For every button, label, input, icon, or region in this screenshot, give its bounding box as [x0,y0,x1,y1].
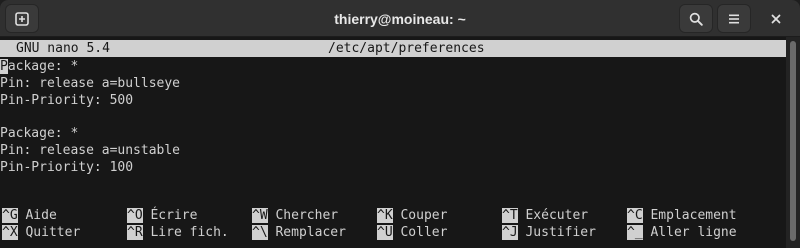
terminal-area[interactable]: GNU nano 5.4 /etc/apt/preferences Packag… [0,37,786,248]
shortcut-justify[interactable]: ^J Justifier [502,224,596,241]
shortcut-write[interactable]: ^O Écrire [127,207,197,224]
search-button[interactable] [679,4,713,33]
shortcut-cut[interactable]: ^K Couper [377,207,447,224]
scrollbar[interactable] [786,37,800,248]
terminal-window: thierry@moineau: ~ GNU nano 5.4 /etc/apt… [0,0,800,248]
new-tab-button[interactable] [5,4,39,33]
shortcut-help[interactable]: ^G Aide [2,207,57,224]
editor-line[interactable]: Pin-Priority: 500 [0,92,133,109]
nano-title-bar: GNU nano 5.4 /etc/apt/preferences [0,40,786,57]
close-icon [771,14,781,23]
nano-filename: /etc/apt/preferences [328,41,485,56]
hamburger-menu-icon [729,14,739,23]
new-tab-icon [15,11,29,26]
shortcut-execute[interactable]: ^T Exécuter [502,207,588,224]
search-icon [689,12,703,26]
headerbar: thierry@moineau: ~ [0,0,800,37]
scrollbar-thumb[interactable] [790,41,796,241]
editor-line[interactable]: Pin-Priority: 100 [0,159,133,176]
shortcut-paste[interactable]: ^U Coller [377,224,447,241]
editor-line[interactable]: Pin: release a=bullseye [0,75,180,92]
shortcut-read-file[interactable]: ^R Lire fich. [127,224,229,241]
shortcut-replace[interactable]: ^\ Remplacer [252,224,346,241]
editor-line[interactable]: Package: * [0,58,78,75]
shortcut-location[interactable]: ^C Emplacement [627,207,737,224]
nano-version: GNU nano 5.4 [16,41,110,56]
shortcut-go-to-line[interactable]: ^_ Aller ligne [627,224,737,241]
shortcut-search[interactable]: ^W Chercher [252,207,338,224]
close-button[interactable] [759,4,793,33]
text-cursor: P [0,59,8,74]
shortcut-exit[interactable]: ^X Quitter [2,224,80,241]
editor-line[interactable]: Pin: release a=unstable [0,142,180,159]
menu-button[interactable] [717,4,751,33]
editor-line[interactable]: Package: * [0,125,78,142]
